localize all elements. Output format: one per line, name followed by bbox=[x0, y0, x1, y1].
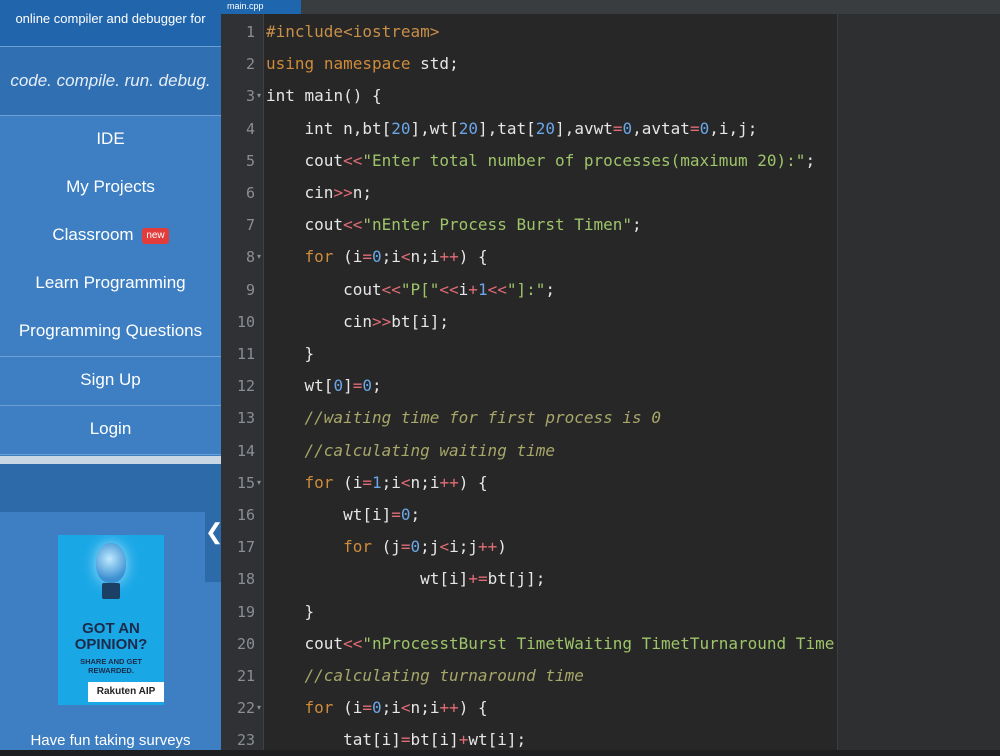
nav-sign-up-label: Sign Up bbox=[80, 370, 141, 389]
code-line[interactable]: cin>>bt[i]; bbox=[266, 306, 449, 338]
line-number: 15 bbox=[236, 473, 255, 492]
code-line[interactable]: int n,bt[20],wt[20],tat[20],avwt=0,avtat… bbox=[266, 113, 758, 145]
advertisement-banner[interactable]: GOT AN OPINION? SHARE AND GET REWARDED. … bbox=[58, 535, 164, 705]
nav-programming-questions[interactable]: Programming Questions bbox=[0, 308, 221, 357]
code-line[interactable]: } bbox=[266, 596, 315, 628]
code-line[interactable]: cout<<"Enter total number of processes(m… bbox=[266, 145, 816, 177]
ad-headline: GOT AN OPINION? bbox=[74, 620, 148, 653]
line-number: 4 bbox=[245, 119, 255, 138]
nav-programming-questions-label: Programming Questions bbox=[18, 321, 203, 340]
lightbulb-base-icon bbox=[102, 583, 120, 599]
code-line[interactable]: wt[0]=0; bbox=[266, 370, 382, 402]
code-line[interactable]: for (i=1;i<n;i++) { bbox=[266, 467, 488, 499]
code-line[interactable]: for (i=0;i<n;i++) { bbox=[266, 241, 488, 273]
line-number: 6 bbox=[245, 184, 255, 202]
line-number: 22 bbox=[236, 699, 255, 718]
nav-learn-programming-label: Learn Programming bbox=[35, 273, 186, 292]
nav-login[interactable]: Login bbox=[0, 406, 221, 455]
line-number: 19 bbox=[236, 602, 255, 621]
line-number: 2 bbox=[245, 55, 255, 74]
line-number: 1 bbox=[245, 23, 255, 41]
code-editor[interactable]: main.cpp 1 2 3 ▾ 4 5 6 7 8 ▾ 9 10 11 12 13 14 15 ▾ 16 17 18 1… bbox=[221, 0, 1000, 750]
tab-bar: main.cpp bbox=[221, 0, 1000, 14]
nav-login-label: Login bbox=[89, 419, 132, 438]
code-line[interactable]: cout<<"P["<<i+1<<"]:"; bbox=[266, 274, 555, 306]
line-number: 20 bbox=[236, 634, 255, 653]
fold-arrow-icon[interactable]: ▾ bbox=[257, 80, 261, 112]
code-line[interactable]: wt[i]+=bt[j]; bbox=[266, 563, 545, 595]
survey-text: Have fun taking surveys bbox=[30, 732, 191, 749]
code-line[interactable]: wt[i]=0; bbox=[266, 499, 420, 531]
line-number: 18 bbox=[236, 570, 255, 589]
nav-classroom[interactable]: Classroom new bbox=[0, 212, 221, 261]
sidebar-band bbox=[0, 464, 221, 512]
code-area[interactable]: #include<iostream> using namespace std; in… bbox=[264, 14, 854, 750]
code-line[interactable]: //calculating waiting time bbox=[266, 435, 555, 467]
line-number: 8 bbox=[245, 248, 255, 267]
lightbulb-icon bbox=[96, 543, 126, 583]
code-line[interactable]: cout<<"nEnter Process Burst Timen"; bbox=[266, 209, 642, 241]
tab-main-cpp[interactable]: main.cpp bbox=[221, 0, 301, 14]
line-number: 16 bbox=[236, 506, 255, 524]
line-number: 9 bbox=[245, 280, 255, 299]
line-number: 10 bbox=[236, 312, 255, 331]
nav-ide-label: IDE bbox=[96, 129, 125, 148]
nav-ide[interactable]: IDE bbox=[0, 116, 221, 165]
tagline: code. compile. run. debug. share. bbox=[0, 47, 221, 158]
right-panel bbox=[837, 14, 1000, 750]
nav-sign-up[interactable]: Sign Up bbox=[0, 357, 221, 406]
code-line[interactable]: for (i=0;i<n;i++) { bbox=[266, 692, 488, 724]
line-number: 3 bbox=[245, 87, 255, 106]
code-line[interactable]: #include<iostream> bbox=[266, 16, 439, 48]
line-number: 13 bbox=[236, 409, 255, 428]
nav-my-projects-label: My Projects bbox=[66, 177, 155, 196]
fold-arrow-icon[interactable]: ▾ bbox=[257, 241, 261, 273]
fold-arrow-icon[interactable]: ▾ bbox=[257, 692, 261, 724]
code-line[interactable]: cout<<"nProcesstBurst TimetWaiting Timet… bbox=[266, 628, 854, 660]
new-badge: new bbox=[142, 227, 169, 244]
line-number: 23 bbox=[236, 731, 255, 750]
code-line[interactable]: int main() { bbox=[266, 80, 382, 112]
brand-text[interactable]: online compiler and debugger for c/c++ bbox=[0, 0, 221, 64]
code-line[interactable]: tat[i]=bt[i]+wt[i]; bbox=[266, 724, 526, 756]
code-line[interactable]: using namespace std; bbox=[266, 48, 459, 80]
line-number: 21 bbox=[236, 667, 255, 685]
nav-my-projects[interactable]: My Projects bbox=[0, 164, 221, 213]
code-line[interactable]: //waiting time for first process is 0 bbox=[266, 402, 661, 434]
line-number: 17 bbox=[236, 538, 255, 557]
code-line[interactable]: } bbox=[266, 338, 315, 370]
nav-learn-programming[interactable]: Learn Programming bbox=[0, 260, 221, 309]
line-number-gutter: 1 2 3 ▾ 4 5 6 7 8 ▾ 9 10 11 12 13 14 15 ▾ 16 17 18 19 20 21 22 ▾ 2… bbox=[221, 14, 264, 750]
code-line[interactable]: cin>>n; bbox=[266, 177, 372, 209]
line-number: 14 bbox=[236, 441, 255, 460]
fold-arrow-icon[interactable]: ▾ bbox=[257, 467, 261, 499]
nav-classroom-label: Classroom bbox=[52, 225, 134, 244]
code-line[interactable]: //calculating turnaround time bbox=[266, 660, 584, 692]
sidebar: online compiler and debugger for c/c++ c… bbox=[0, 0, 221, 750]
ad-logo: Rakuten AIP bbox=[88, 682, 164, 702]
line-number: 12 bbox=[236, 377, 255, 396]
code-line[interactable]: for (j=0;j<i;j++) bbox=[266, 531, 507, 563]
sidebar-divider bbox=[0, 456, 221, 464]
collapse-sidebar-button[interactable]: ❮ bbox=[205, 482, 223, 582]
line-number: 5 bbox=[245, 151, 255, 170]
line-number: 11 bbox=[236, 345, 255, 363]
ad-subline: SHARE AND GET REWARDED. bbox=[80, 657, 142, 675]
line-number: 7 bbox=[245, 216, 255, 235]
